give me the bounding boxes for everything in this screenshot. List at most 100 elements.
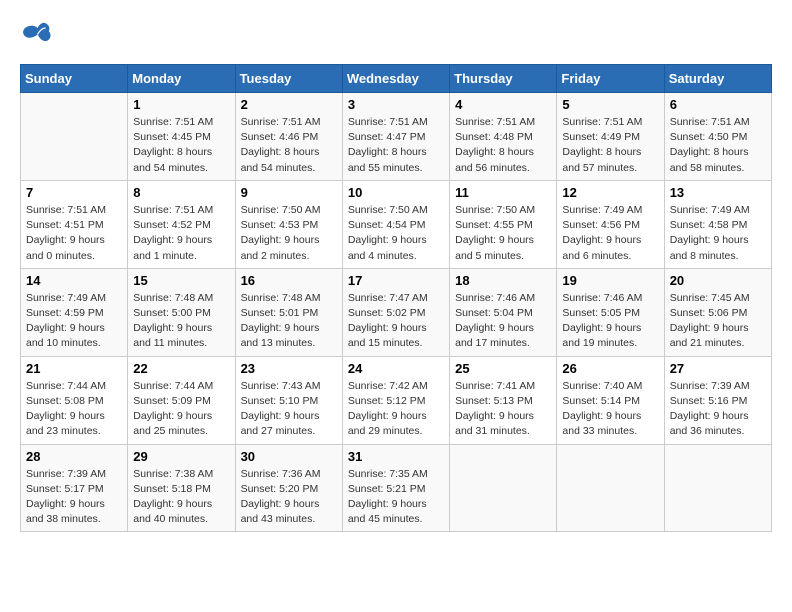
day-number: 18 <box>455 273 551 288</box>
day-info: Sunrise: 7:50 AM Sunset: 4:53 PM Dayligh… <box>241 203 337 264</box>
day-number: 26 <box>562 361 658 376</box>
day-number: 20 <box>670 273 766 288</box>
week-row-5: 28 Sunrise: 7:39 AM Sunset: 5:17 PM Dayli… <box>21 444 772 532</box>
day-info: Sunrise: 7:48 AM Sunset: 5:00 PM Dayligh… <box>133 291 229 352</box>
header-wednesday: Wednesday <box>342 65 449 93</box>
day-info: Sunrise: 7:44 AM Sunset: 5:08 PM Dayligh… <box>26 379 122 440</box>
day-number: 6 <box>670 97 766 112</box>
calendar-cell: 15 Sunrise: 7:48 AM Sunset: 5:00 PM Dayli… <box>128 268 235 356</box>
header-sunday: Sunday <box>21 65 128 93</box>
header-thursday: Thursday <box>450 65 557 93</box>
day-info: Sunrise: 7:48 AM Sunset: 5:01 PM Dayligh… <box>241 291 337 352</box>
logo <box>20 20 56 48</box>
day-number: 22 <box>133 361 229 376</box>
header-monday: Monday <box>128 65 235 93</box>
day-number: 11 <box>455 185 551 200</box>
calendar-cell: 25 Sunrise: 7:41 AM Sunset: 5:13 PM Dayli… <box>450 356 557 444</box>
calendar-cell: 3 Sunrise: 7:51 AM Sunset: 4:47 PM Daylig… <box>342 93 449 181</box>
day-number: 1 <box>133 97 229 112</box>
day-number: 13 <box>670 185 766 200</box>
day-number: 10 <box>348 185 444 200</box>
day-info: Sunrise: 7:50 AM Sunset: 4:54 PM Dayligh… <box>348 203 444 264</box>
day-number: 3 <box>348 97 444 112</box>
calendar-body: 1 Sunrise: 7:51 AM Sunset: 4:45 PM Daylig… <box>21 93 772 532</box>
day-number: 30 <box>241 449 337 464</box>
calendar-cell: 13 Sunrise: 7:49 AM Sunset: 4:58 PM Dayli… <box>664 180 771 268</box>
calendar-cell: 24 Sunrise: 7:42 AM Sunset: 5:12 PM Dayli… <box>342 356 449 444</box>
day-info: Sunrise: 7:51 AM Sunset: 4:51 PM Dayligh… <box>26 203 122 264</box>
day-info: Sunrise: 7:41 AM Sunset: 5:13 PM Dayligh… <box>455 379 551 440</box>
calendar-cell <box>21 93 128 181</box>
calendar-cell: 12 Sunrise: 7:49 AM Sunset: 4:56 PM Dayli… <box>557 180 664 268</box>
week-row-2: 7 Sunrise: 7:51 AM Sunset: 4:51 PM Daylig… <box>21 180 772 268</box>
week-row-1: 1 Sunrise: 7:51 AM Sunset: 4:45 PM Daylig… <box>21 93 772 181</box>
day-number: 24 <box>348 361 444 376</box>
day-number: 25 <box>455 361 551 376</box>
day-info: Sunrise: 7:49 AM Sunset: 4:56 PM Dayligh… <box>562 203 658 264</box>
header-row: SundayMondayTuesdayWednesdayThursdayFrid… <box>21 65 772 93</box>
calendar-cell: 11Sunrise: 7:50 AM Sunset: 4:55 PM Dayli… <box>450 180 557 268</box>
calendar-cell <box>664 444 771 532</box>
day-number: 2 <box>241 97 337 112</box>
calendar-cell: 9 Sunrise: 7:50 AM Sunset: 4:53 PM Daylig… <box>235 180 342 268</box>
calendar-cell <box>450 444 557 532</box>
day-number: 21 <box>26 361 122 376</box>
day-number: 4 <box>455 97 551 112</box>
day-info: Sunrise: 7:47 AM Sunset: 5:02 PM Dayligh… <box>348 291 444 352</box>
calendar-cell: 20 Sunrise: 7:45 AM Sunset: 5:06 PM Dayli… <box>664 268 771 356</box>
day-number: 29 <box>133 449 229 464</box>
day-info: Sunrise: 7:51 AM Sunset: 4:47 PM Dayligh… <box>348 115 444 176</box>
calendar-cell: 5Sunrise: 7:51 AM Sunset: 4:49 PM Daylig… <box>557 93 664 181</box>
day-number: 16 <box>241 273 337 288</box>
day-info: Sunrise: 7:44 AM Sunset: 5:09 PM Dayligh… <box>133 379 229 440</box>
calendar-cell: 31Sunrise: 7:35 AM Sunset: 5:21 PM Dayli… <box>342 444 449 532</box>
day-number: 27 <box>670 361 766 376</box>
calendar-cell: 22 Sunrise: 7:44 AM Sunset: 5:09 PM Dayli… <box>128 356 235 444</box>
day-number: 12 <box>562 185 658 200</box>
week-row-4: 21 Sunrise: 7:44 AM Sunset: 5:08 PM Dayli… <box>21 356 772 444</box>
day-info: Sunrise: 7:45 AM Sunset: 5:06 PM Dayligh… <box>670 291 766 352</box>
day-info: Sunrise: 7:39 AM Sunset: 5:17 PM Dayligh… <box>26 467 122 528</box>
day-info: Sunrise: 7:51 AM Sunset: 4:48 PM Dayligh… <box>455 115 551 176</box>
calendar-cell: 21 Sunrise: 7:44 AM Sunset: 5:08 PM Dayli… <box>21 356 128 444</box>
calendar-cell: 16 Sunrise: 7:48 AM Sunset: 5:01 PM Dayli… <box>235 268 342 356</box>
calendar-cell: 28 Sunrise: 7:39 AM Sunset: 5:17 PM Dayli… <box>21 444 128 532</box>
day-info: Sunrise: 7:40 AM Sunset: 5:14 PM Dayligh… <box>562 379 658 440</box>
day-info: Sunrise: 7:38 AM Sunset: 5:18 PM Dayligh… <box>133 467 229 528</box>
calendar-cell: 2 Sunrise: 7:51 AM Sunset: 4:46 PM Daylig… <box>235 93 342 181</box>
calendar-cell: 29 Sunrise: 7:38 AM Sunset: 5:18 PM Dayli… <box>128 444 235 532</box>
day-info: Sunrise: 7:51 AM Sunset: 4:45 PM Dayligh… <box>133 115 229 176</box>
header-saturday: Saturday <box>664 65 771 93</box>
day-number: 19 <box>562 273 658 288</box>
day-info: Sunrise: 7:46 AM Sunset: 5:04 PM Dayligh… <box>455 291 551 352</box>
day-number: 7 <box>26 185 122 200</box>
day-info: Sunrise: 7:39 AM Sunset: 5:16 PM Dayligh… <box>670 379 766 440</box>
calendar-cell: 14Sunrise: 7:49 AM Sunset: 4:59 PM Dayli… <box>21 268 128 356</box>
day-number: 9 <box>241 185 337 200</box>
calendar-cell: 1 Sunrise: 7:51 AM Sunset: 4:45 PM Daylig… <box>128 93 235 181</box>
day-number: 28 <box>26 449 122 464</box>
calendar-cell: 10 Sunrise: 7:50 AM Sunset: 4:54 PM Dayli… <box>342 180 449 268</box>
header-tuesday: Tuesday <box>235 65 342 93</box>
calendar-cell: 19Sunrise: 7:46 AM Sunset: 5:05 PM Dayli… <box>557 268 664 356</box>
header-friday: Friday <box>557 65 664 93</box>
day-info: Sunrise: 7:43 AM Sunset: 5:10 PM Dayligh… <box>241 379 337 440</box>
week-row-3: 14Sunrise: 7:49 AM Sunset: 4:59 PM Dayli… <box>21 268 772 356</box>
calendar-cell: 17 Sunrise: 7:47 AM Sunset: 5:02 PM Dayli… <box>342 268 449 356</box>
day-number: 17 <box>348 273 444 288</box>
day-info: Sunrise: 7:51 AM Sunset: 4:49 PM Dayligh… <box>562 115 658 176</box>
calendar-cell: 7 Sunrise: 7:51 AM Sunset: 4:51 PM Daylig… <box>21 180 128 268</box>
calendar-cell: 6Sunrise: 7:51 AM Sunset: 4:50 PM Daylig… <box>664 93 771 181</box>
calendar-cell: 8Sunrise: 7:51 AM Sunset: 4:52 PM Daylig… <box>128 180 235 268</box>
day-info: Sunrise: 7:51 AM Sunset: 4:46 PM Dayligh… <box>241 115 337 176</box>
calendar-cell <box>557 444 664 532</box>
calendar-cell: 27 Sunrise: 7:39 AM Sunset: 5:16 PM Dayli… <box>664 356 771 444</box>
day-info: Sunrise: 7:49 AM Sunset: 4:58 PM Dayligh… <box>670 203 766 264</box>
day-number: 15 <box>133 273 229 288</box>
day-info: Sunrise: 7:51 AM Sunset: 4:52 PM Dayligh… <box>133 203 229 264</box>
calendar-cell: 18 Sunrise: 7:46 AM Sunset: 5:04 PM Dayli… <box>450 268 557 356</box>
day-info: Sunrise: 7:42 AM Sunset: 5:12 PM Dayligh… <box>348 379 444 440</box>
logo-icon <box>20 20 52 48</box>
day-number: 14 <box>26 273 122 288</box>
calendar-cell: 4 Sunrise: 7:51 AM Sunset: 4:48 PM Daylig… <box>450 93 557 181</box>
